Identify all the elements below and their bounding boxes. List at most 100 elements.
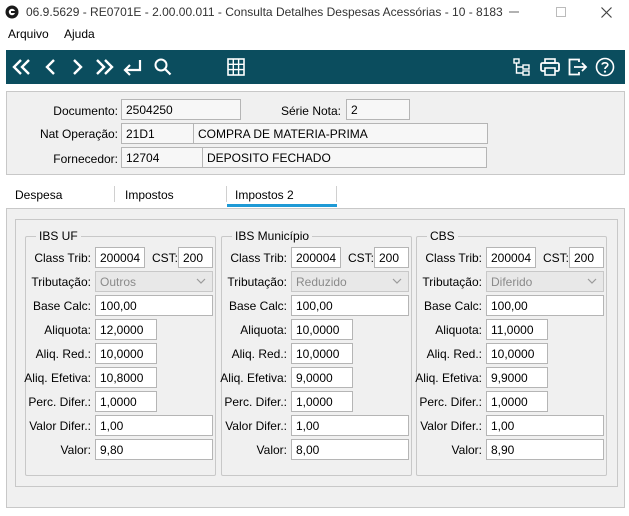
close-button[interactable] [583,0,629,24]
next-record-button[interactable] [64,54,90,80]
tab-impostos[interactable]: Impostos [125,188,174,202]
valor-difer-label: Valor Difer.: [420,419,482,433]
impostos-2-panel: IBS UF Class Trib: 200004 CST: 200 Tributação… [15,219,618,487]
cst-field[interactable]: 200 [178,247,213,268]
base-calc-field[interactable]: 100,00 [291,295,409,316]
nat-operacao-code-field[interactable]: 21D1 [121,123,194,144]
aliquota-field[interactable]: 11,0000 [486,319,548,340]
fornecedor-code-field[interactable]: 12704 [121,147,203,168]
documento-field[interactable]: 2504250 [121,99,241,120]
chevron-down-icon [587,278,597,284]
perc-difer-label: Perc. Difer.: [419,395,482,409]
minimize-icon [509,11,519,13]
aliq-efetiva-field[interactable]: 9,9000 [486,367,548,388]
help-button[interactable] [592,54,618,80]
fornecedor-desc-field[interactable]: DEPOSITO FECHADO [202,147,487,168]
aliq-efetiva-label: Aliq. Efetiva: [220,371,287,385]
tab-despesa[interactable]: Despesa [15,188,62,202]
aliquota-field[interactable]: 12,0000 [95,319,157,340]
class-trib-label: Class Trib: [425,251,482,265]
perc-difer-field[interactable]: 1,0000 [95,391,157,412]
tab-impostos-2[interactable]: Impostos 2 [235,188,294,202]
cst-field[interactable]: 200 [569,247,604,268]
class-trib-field[interactable]: 200004 [291,247,341,268]
group-ibs-municipio: IBS Município Class Trib: 200004 CST: 200 Tri… [220,229,412,476]
exit-icon [568,58,588,76]
valor-field[interactable]: 9,80 [95,439,213,460]
aliquota-label: Aliquota: [44,323,91,337]
previous-record-button[interactable] [38,54,64,80]
valor-difer-label: Valor Difer.: [225,419,287,433]
hierarchy-button[interactable] [509,54,535,80]
search-icon [154,58,172,76]
valor-difer-field[interactable]: 1,00 [291,415,409,436]
perc-difer-label: Perc. Difer.: [224,395,287,409]
tab-bar: Despesa Impostos Impostos 2 [6,184,625,208]
aliq-red-label: Aliq. Red.: [35,347,91,361]
group-cbs: CBS Class Trib: 200004 CST: 200 Tributação: Di… [415,229,607,476]
aliq-efetiva-label: Aliq. Efetiva: [24,371,91,385]
tab-separator [226,186,227,202]
close-icon [600,6,612,18]
menu-arquivo[interactable]: Arquivo [8,27,49,41]
base-calc-field[interactable]: 100,00 [95,295,213,316]
cst-label: CST: [543,251,570,265]
aliq-efetiva-field[interactable]: 9,0000 [291,367,353,388]
aliquota-label: Aliquota: [240,323,287,337]
tributacao-select[interactable]: Outros [95,271,213,292]
base-calc-field[interactable]: 100,00 [486,295,604,316]
aliq-red-field[interactable]: 10,0000 [486,343,548,364]
last-record-button[interactable] [91,54,117,80]
class-trib-field[interactable]: 200004 [486,247,536,268]
first-record-button[interactable] [9,54,35,80]
window-title: 06.9.5629 - RE0701E - 2.00.00.011 - Cons… [26,5,503,19]
tab-separator [114,186,115,202]
title-bar: 06.9.5629 - RE0701E - 2.00.00.011 - Cons… [0,0,629,24]
fornecedor-label: Fornecedor: [53,152,118,166]
base-calc-label: Base Calc: [228,299,287,313]
valor-difer-field[interactable]: 1,00 [486,415,604,436]
tab-separator [336,186,337,202]
cst-label: CST: [152,251,179,265]
search-button[interactable] [150,54,176,80]
menu-ajuda[interactable]: Ajuda [64,27,95,41]
aliq-efetiva-label: Aliq. Efetiva: [415,371,482,385]
aliquota-field[interactable]: 10,0000 [291,319,353,340]
content-panel: IBS UF Class Trib: 200004 CST: 200 Tributação… [6,208,625,508]
tributacao-select[interactable]: Reduzido [291,271,409,292]
nat-operacao-label: Nat Operação: [39,127,118,141]
minimize-button[interactable] [491,0,537,24]
valor-difer-field[interactable]: 1,00 [95,415,213,436]
menu-bar: Arquivo Ajuda [0,24,629,44]
perc-difer-field[interactable]: 1,0000 [291,391,353,412]
aliq-red-label: Aliq. Red.: [426,347,482,361]
toolbar [6,50,625,84]
aliq-red-field[interactable]: 10,0000 [95,343,157,364]
aliq-efetiva-field[interactable]: 10,8000 [95,367,157,388]
last-icon [96,59,114,75]
base-calc-label: Base Calc: [32,299,91,313]
grid-icon [227,58,245,76]
tributacao-value: Reduzido [296,275,347,289]
valor-label: Valor: [451,443,482,457]
valor-field[interactable]: 8,00 [291,439,409,460]
cst-field[interactable]: 200 [374,247,409,268]
next-icon [73,59,83,75]
maximize-button[interactable] [538,0,584,24]
serie-nota-field[interactable]: 2 [346,99,410,120]
print-icon [540,58,560,76]
exit-button[interactable] [565,54,591,80]
print-button[interactable] [537,54,563,80]
goto-button[interactable] [120,54,146,80]
valor-field[interactable]: 8,90 [486,439,604,460]
class-trib-field[interactable]: 200004 [95,247,145,268]
help-icon [595,57,615,77]
tributacao-label: Tributação: [422,275,482,289]
perc-difer-field[interactable]: 1,0000 [486,391,548,412]
aliq-red-field[interactable]: 10,0000 [291,343,353,364]
previous-icon [45,59,55,75]
grid-button[interactable] [223,54,249,80]
tributacao-select[interactable]: Diferido [486,271,604,292]
group-ibs-uf: IBS UF Class Trib: 200004 CST: 200 Tributação… [24,229,216,476]
nat-operacao-desc-field[interactable]: COMPRA DE MATERIA-PRIMA [193,123,488,144]
